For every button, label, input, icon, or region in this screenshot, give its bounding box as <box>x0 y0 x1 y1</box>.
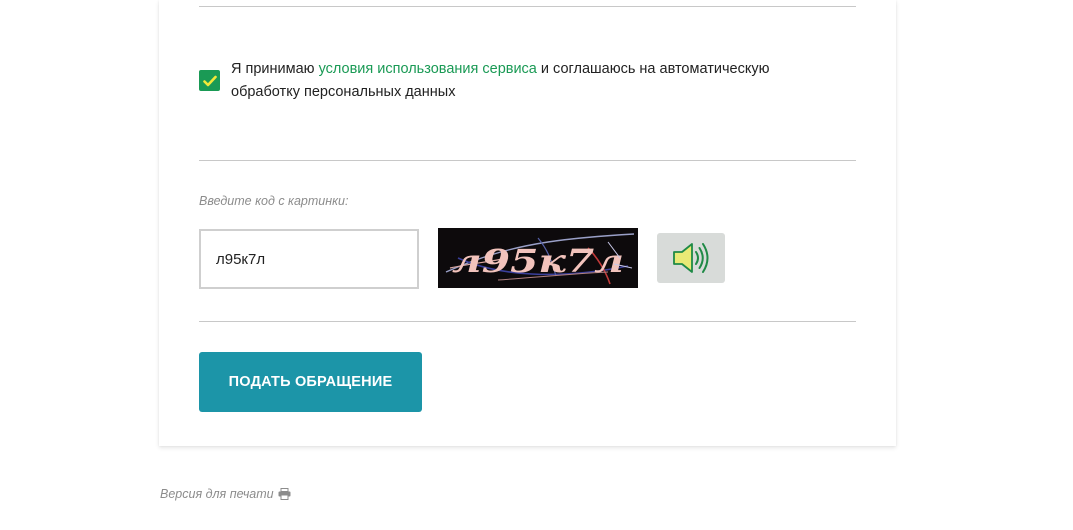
captcha-image: л95к7л <box>438 228 638 288</box>
print-version-label: Версия для печати <box>160 487 274 501</box>
divider-top <box>199 6 856 7</box>
submit-button[interactable]: ПОДАТЬ ОБРАЩЕНИЕ <box>199 352 422 412</box>
consent-text: Я принимаю условия использования сервиса… <box>231 58 831 104</box>
captcha-input[interactable] <box>199 229 419 289</box>
captcha-image-text: л95к7л <box>452 242 624 280</box>
divider-middle <box>199 160 856 161</box>
divider-bottom <box>199 321 856 322</box>
consent-checkbox[interactable] <box>199 70 220 91</box>
speaker-icon <box>673 243 709 273</box>
captcha-audio-button[interactable] <box>657 233 725 283</box>
consent-row: Я принимаю условия использования сервиса… <box>199 58 856 104</box>
terms-link[interactable]: условия использования сервиса <box>319 61 537 77</box>
form-card: Я принимаю условия использования сервиса… <box>159 0 896 446</box>
consent-text-before: Я принимаю <box>231 61 319 77</box>
print-version-link[interactable]: Версия для печати <box>160 487 291 501</box>
checkmark-icon <box>202 75 217 86</box>
printer-icon <box>278 488 291 500</box>
captcha-label: Введите код с картинки: <box>199 194 349 208</box>
